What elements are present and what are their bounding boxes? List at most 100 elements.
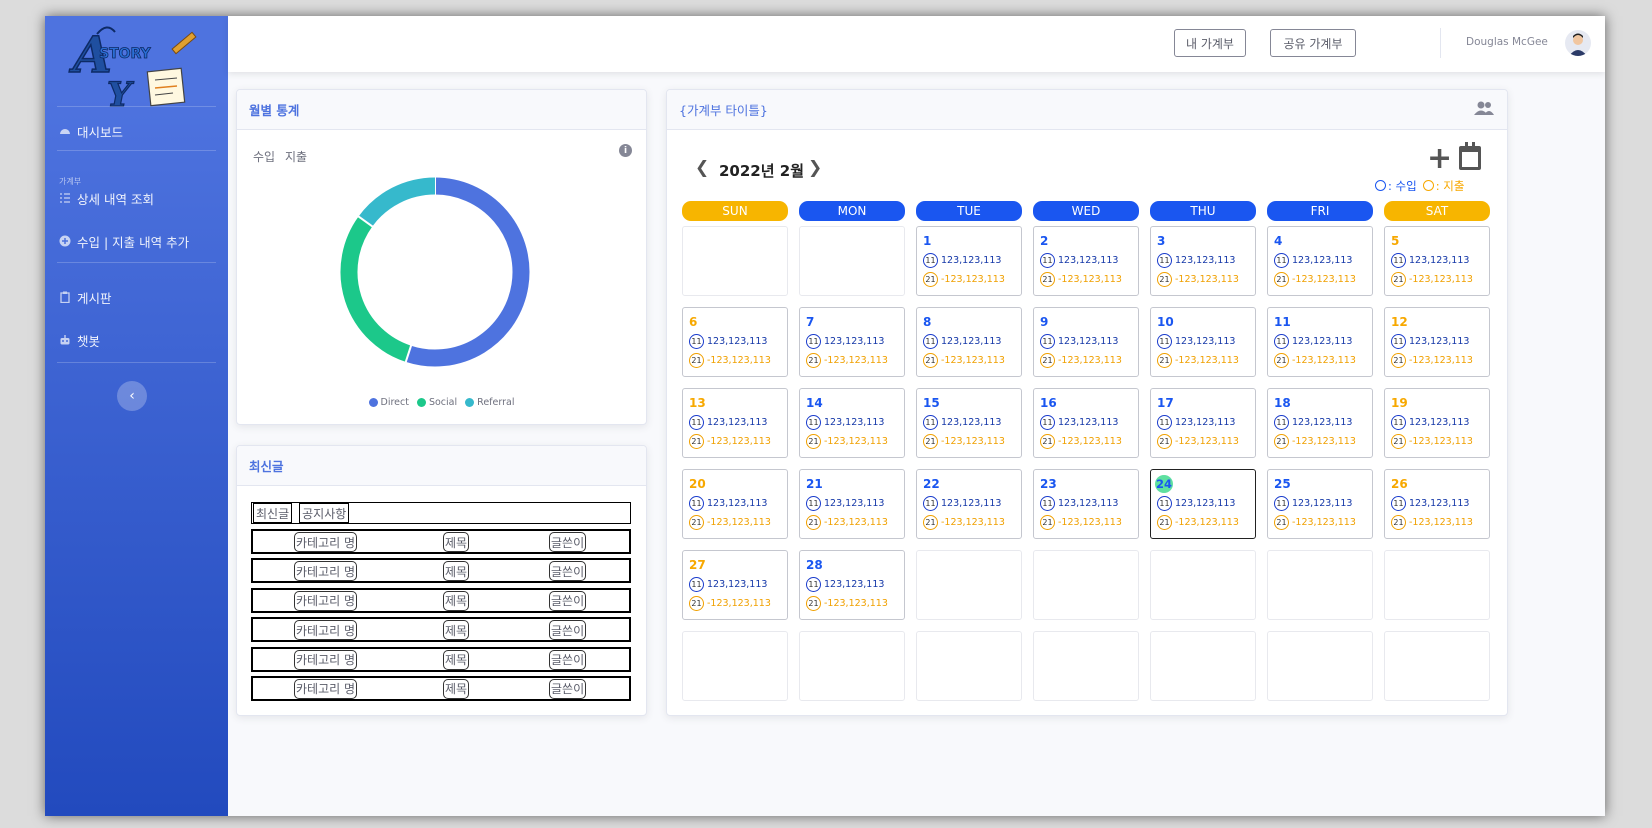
expense-amount: 21 -123,123,113: [806, 353, 888, 368]
income-badge-icon: 11: [806, 496, 821, 511]
post-category: 카테고리 명: [294, 649, 358, 670]
calendar-day[interactable]: 14 11 123,123,113 21 -123,123,113: [799, 388, 905, 458]
calendar-day[interactable]: 7 11 123,123,113 21 -123,123,113: [799, 307, 905, 377]
calendar-day[interactable]: 6 11 123,123,113 21 -123,123,113: [682, 307, 788, 377]
sidebar-item-label: 게시판: [77, 290, 112, 306]
expense-amount: 21 -123,123,113: [1274, 434, 1356, 449]
calendar-day[interactable]: 15 11 123,123,113 21 -123,123,113: [916, 388, 1022, 458]
expense-badge-icon: 21: [1391, 272, 1406, 287]
calendar-day[interactable]: 4 11 123,123,113 21 -123,123,113: [1267, 226, 1373, 296]
my-book-button[interactable]: 내 가계부: [1174, 29, 1246, 57]
legend-item-direct[interactable]: Direct: [368, 397, 409, 408]
calendar-day[interactable]: 5 11 123,123,113 21 -123,123,113: [1384, 226, 1490, 296]
calendar-day[interactable]: 20 11 123,123,113 21 -123,123,113: [682, 469, 788, 539]
calendar-day[interactable]: 1 11 123,123,113 21 -123,123,113: [916, 226, 1022, 296]
sidebar-item-chatbot[interactable]: 챗봇: [59, 330, 100, 350]
calendar-day-empty[interactable]: [682, 226, 788, 296]
legend-item-referral[interactable]: Referral: [465, 397, 514, 408]
calendar-day-empty[interactable]: [1033, 631, 1139, 701]
calendar-day[interactable]: 18 11 123,123,113 21 -123,123,113: [1267, 388, 1373, 458]
calendar-day[interactable]: 13 11 123,123,113 21 -123,123,113: [682, 388, 788, 458]
legend-label: Referral: [477, 397, 515, 408]
calendar-day[interactable]: 12 11 123,123,113 21 -123,123,113: [1384, 307, 1490, 377]
calendar-day[interactable]: 24 11 123,123,113 21 -123,123,113: [1150, 469, 1256, 539]
income-toggle[interactable]: 수입: [253, 148, 275, 165]
calendar-day[interactable]: 22 11 123,123,113 21 -123,123,113: [916, 469, 1022, 539]
table-row[interactable]: 카테고리 명 제목 글쓴이: [251, 646, 631, 672]
donut-slice-social[interactable]: [340, 216, 412, 362]
calendar-day-empty[interactable]: [1384, 550, 1490, 620]
calendar-day[interactable]: 9 11 123,123,113 21 -123,123,113: [1033, 307, 1139, 377]
sidebar-item-dashboard[interactable]: 대시보드: [59, 121, 123, 141]
sidebar-item-board[interactable]: 게시판: [59, 287, 112, 307]
calendar-day[interactable]: 21 11 123,123,113 21 -123,123,113: [799, 469, 905, 539]
table-row[interactable]: 카테고리 명 제목 글쓴이: [251, 558, 631, 584]
next-month-button[interactable]: ❯: [808, 158, 822, 178]
sidebar-item-add-record[interactable]: 수입 | 지출 내역 추가: [59, 231, 189, 251]
calendar-day-empty[interactable]: [799, 631, 905, 701]
card-title: 월별 통계: [237, 90, 646, 130]
expense-value: -123,123,113: [1175, 436, 1239, 447]
income-amount: 11 123,123,113: [1157, 415, 1235, 430]
table-row[interactable]: 카테고리 명 제목 글쓴이: [251, 675, 631, 701]
calendar-day[interactable]: 16 11 123,123,113 21 -123,123,113: [1033, 388, 1139, 458]
calendar-day-empty[interactable]: [1267, 550, 1373, 620]
sidebar-item-details[interactable]: 상세 내역 조회: [59, 188, 154, 208]
info-icon[interactable]: i: [619, 144, 632, 157]
income-badge-icon: 11: [1391, 415, 1406, 430]
calendar-day-empty[interactable]: [799, 226, 905, 296]
calendar-day[interactable]: 28 11 123,123,113 21 -123,123,113: [799, 550, 905, 620]
avatar[interactable]: [1565, 30, 1591, 56]
calendar-day-empty[interactable]: [682, 631, 788, 701]
brand-logo[interactable]: A STORY Y: [59, 18, 209, 116]
calendar-day[interactable]: 10 11 123,123,113 21 -123,123,113: [1150, 307, 1256, 377]
calendar-day[interactable]: 8 11 123,123,113 21 -123,123,113: [916, 307, 1022, 377]
calendar-day[interactable]: 23 11 123,123,113 21 -123,123,113: [1033, 469, 1139, 539]
expense-badge-icon: 21: [1391, 434, 1406, 449]
calendar-day-empty[interactable]: [1150, 550, 1256, 620]
donut-slice-referral[interactable]: [358, 177, 436, 227]
day-number: 6: [689, 315, 698, 329]
shared-book-button[interactable]: 공유 가계부: [1270, 29, 1356, 57]
sidebar-toggle-button[interactable]: ‹: [117, 381, 147, 411]
calendar-icon[interactable]: [1459, 142, 1481, 170]
expense-toggle[interactable]: 지출: [285, 148, 307, 165]
calendar-day[interactable]: 2 11 123,123,113 21 -123,123,113: [1033, 226, 1139, 296]
prev-month-button[interactable]: ❮: [695, 158, 709, 178]
calendar-day[interactable]: 11 11 123,123,113 21 -123,123,113: [1267, 307, 1373, 377]
post-author: 글쓴이: [549, 649, 587, 670]
calendar-day[interactable]: 27 11 123,123,113 21 -123,123,113: [682, 550, 788, 620]
calendar-day[interactable]: 26 11 123,123,113 21 -123,123,113: [1384, 469, 1490, 539]
expense-value: -123,123,113: [824, 517, 888, 528]
calendar-day[interactable]: 19 11 123,123,113 21 -123,123,113: [1384, 388, 1490, 458]
calendar-day[interactable]: 25 11 123,123,113 21 -123,123,113: [1267, 469, 1373, 539]
expense-amount: 21 -123,123,113: [1391, 515, 1473, 530]
table-row[interactable]: 카테고리 명 제목 글쓴이: [251, 529, 631, 554]
table-row[interactable]: 카테고리 명 제목 글쓴이: [251, 587, 631, 613]
income-badge-icon: 11: [923, 334, 938, 349]
income-value: 123,123,113: [824, 498, 885, 509]
post-author: 글쓴이: [549, 590, 587, 611]
income-amount: 11 123,123,113: [1274, 253, 1352, 268]
calendar-day[interactable]: 17 11 123,123,113 21 -123,123,113: [1150, 388, 1256, 458]
donut-slice-direct[interactable]: [405, 177, 530, 367]
weekday-header-tue: TUE: [916, 201, 1022, 221]
income-badge-icon: 11: [1157, 253, 1172, 268]
calendar-day-empty[interactable]: [1150, 631, 1256, 701]
calendar-day-empty[interactable]: [1033, 550, 1139, 620]
calendar-day-empty[interactable]: [1267, 631, 1373, 701]
calendar-day-empty[interactable]: [1384, 631, 1490, 701]
expense-amount: 21 -123,123,113: [923, 434, 1005, 449]
table-row[interactable]: 카테고리 명 제목 글쓴이: [251, 617, 631, 643]
user-name[interactable]: Douglas McGee: [1466, 36, 1548, 48]
add-record-button[interactable]: +: [1427, 144, 1452, 174]
users-icon[interactable]: [1474, 100, 1494, 120]
tab-recent[interactable]: 최신글: [253, 503, 293, 523]
calendar-day[interactable]: 3 11 123,123,113 21 -123,123,113: [1150, 226, 1256, 296]
calendar-day-empty[interactable]: [916, 550, 1022, 620]
tab-notice[interactable]: 공지사항: [299, 503, 350, 523]
legend-item-social[interactable]: Social: [416, 397, 457, 408]
calendar-day-empty[interactable]: [916, 631, 1022, 701]
month-title: 2022년 2월: [719, 162, 805, 180]
day-number: 10: [1157, 315, 1174, 329]
